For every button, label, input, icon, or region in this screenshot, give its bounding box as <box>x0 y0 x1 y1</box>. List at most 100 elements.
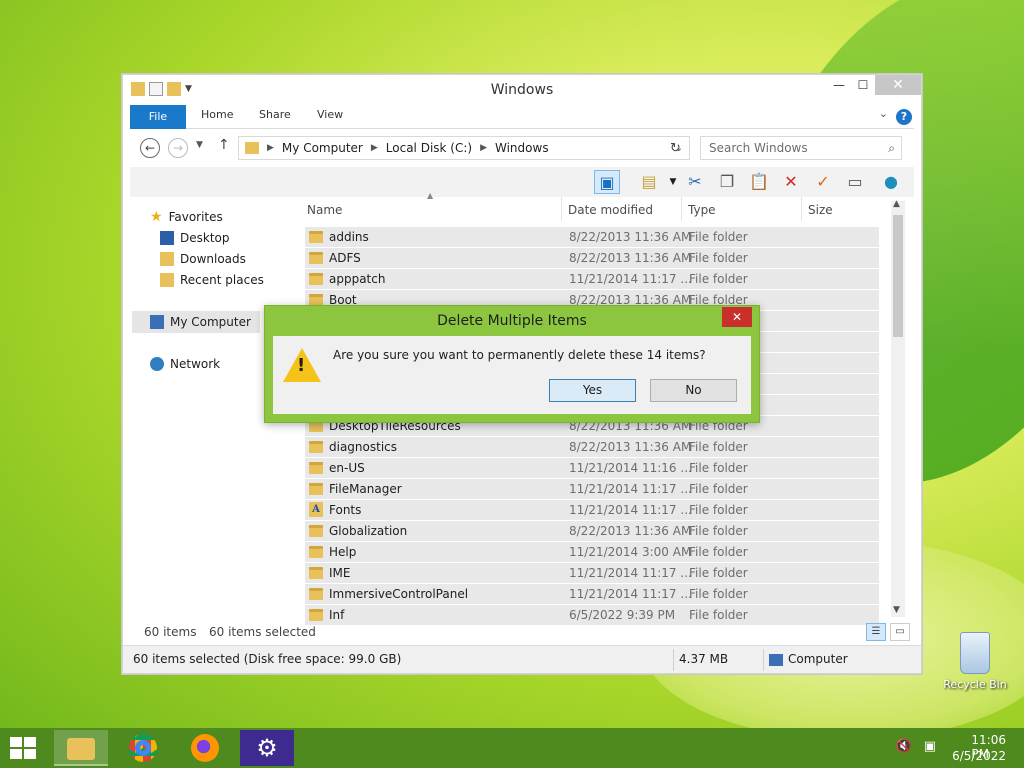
table-row[interactable]: Globalization 8/22/2013 11:36 AM File fold… <box>305 521 879 542</box>
folder-icon <box>309 588 323 600</box>
vertical-scrollbar[interactable]: ▲ ▼ <box>891 199 905 617</box>
copy-icon[interactable]: ❐ <box>714 170 740 194</box>
tab-home[interactable]: Home <box>201 108 233 121</box>
table-row[interactable]: diagnostics 8/22/2013 11:36 AM File folder <box>305 437 879 458</box>
ribbon-expand-icon[interactable]: ⌄ <box>879 107 888 120</box>
nav-favorites[interactable]: ★ Favorites <box>150 209 223 225</box>
table-row[interactable]: Help 11/21/2014 3:00 AM File folder <box>305 542 879 563</box>
column-divider[interactable] <box>561 197 562 221</box>
file-type: File folder <box>689 524 748 538</box>
column-type[interactable]: Type <box>688 203 716 217</box>
delete-icon[interactable]: ✕ <box>778 170 804 194</box>
breadcrumb-local-disk[interactable]: Local Disk (C:) <box>386 141 472 155</box>
column-size[interactable]: Size <box>808 203 833 217</box>
computer-icon <box>150 315 164 329</box>
clock-date[interactable]: 6/5/2022 <box>952 749 1006 763</box>
network-status-icon[interactable]: ▣ <box>924 739 936 754</box>
file-explorer-icon <box>67 738 95 760</box>
file-name: apppatch <box>329 272 386 286</box>
nav-computer-label: My Computer <box>170 315 251 329</box>
tab-share[interactable]: Share <box>259 108 291 121</box>
taskbar-chrome[interactable] <box>116 730 170 766</box>
properties-icon[interactable]: ▤ <box>636 170 662 194</box>
no-button[interactable]: No <box>650 379 737 402</box>
recycle-bin-shortcut[interactable]: Recycle Bin <box>940 632 1010 691</box>
file-type: File folder <box>689 608 748 622</box>
scroll-up-icon[interactable]: ▲ <box>893 199 900 209</box>
file-name: Inf <box>329 608 345 622</box>
column-name[interactable]: Name <box>307 203 342 217</box>
recent-locations-icon[interactable]: ▼ <box>196 140 203 150</box>
scroll-down-icon[interactable]: ▼ <box>893 605 900 615</box>
table-row[interactable]: apppatch 11/21/2014 11:17 ... File folder <box>305 269 879 290</box>
table-row[interactable]: addins 8/22/2013 11:36 AM File folder <box>305 227 879 248</box>
scroll-thumb[interactable] <box>893 215 903 337</box>
firefox-icon <box>191 734 219 762</box>
table-row[interactable]: ADFS 8/22/2013 11:36 AM File folder <box>305 248 879 269</box>
file-type: File folder <box>689 566 748 580</box>
refresh-icon[interactable]: ↻ <box>670 141 681 156</box>
taskbar-file-explorer[interactable] <box>54 730 108 766</box>
address-bar[interactable]: ▶ My Computer ▶ Local Disk (C:) ▶ Window… <box>238 136 690 160</box>
downloads-icon <box>160 252 174 266</box>
nav-recent-places[interactable]: Recent places <box>160 273 264 287</box>
ribbon: File Home Share View ⌄ ? <box>130 105 914 129</box>
volume-muted-icon[interactable]: 🔇 <box>896 739 912 754</box>
taskbar-settings[interactable]: ⚙ <box>240 730 294 766</box>
tab-file[interactable]: File <box>130 105 186 129</box>
table-row[interactable]: ImmersiveControlPanel 11/21/2014 11:17 ..… <box>305 584 879 605</box>
nav-downloads[interactable]: Downloads <box>160 252 246 266</box>
dialog-body: ! Are you sure you want to permanently d… <box>273 336 751 414</box>
nav-recent-label: Recent places <box>180 273 264 287</box>
help-button[interactable]: ? <box>896 109 912 125</box>
search-icon[interactable]: ⌕ <box>888 137 895 159</box>
preview-pane-icon[interactable]: ▣ <box>594 170 620 194</box>
checkmark-icon[interactable]: ✓ <box>810 170 836 194</box>
yes-button[interactable]: Yes <box>549 379 636 402</box>
globe-icon[interactable]: ● <box>878 170 904 194</box>
back-button[interactable]: ← <box>140 138 160 158</box>
breadcrumb-windows[interactable]: Windows <box>495 141 549 155</box>
nav-desktop[interactable]: Desktop <box>160 231 230 245</box>
address-row: ← → ▼ ↑ ▶ My Computer ▶ Local Disk (C:) … <box>130 133 914 163</box>
search-input[interactable]: Search Windows ⌕ <box>700 136 902 160</box>
tab-view[interactable]: View <box>317 108 343 121</box>
nav-network[interactable]: Network <box>150 357 220 371</box>
desktop-icon <box>160 231 174 245</box>
column-divider[interactable] <box>801 197 802 221</box>
file-date: 11/21/2014 11:17 ... <box>569 482 692 496</box>
selected-count: 60 items selected <box>209 625 316 639</box>
file-date: 11/21/2014 11:17 ... <box>569 587 692 601</box>
paste-icon[interactable]: 📋 <box>746 170 772 194</box>
large-icons-view-button[interactable]: ▭ <box>890 623 910 641</box>
selection-summary: 60 items selected (Disk free space: 99.0… <box>133 652 402 666</box>
recycle-bin-label: Recycle Bin <box>943 678 1007 691</box>
table-row[interactable]: IME 11/21/2014 11:17 ... File folder <box>305 563 879 584</box>
maximize-button[interactable]: ☐ <box>851 75 875 95</box>
column-divider[interactable] <box>681 197 682 221</box>
file-name: Help <box>329 545 357 559</box>
breadcrumb-my-computer[interactable]: My Computer <box>282 141 363 155</box>
forward-button[interactable]: → <box>168 138 188 158</box>
rename-icon[interactable]: ▭ <box>842 170 868 194</box>
folder-icon <box>309 609 323 621</box>
taskbar-firefox[interactable] <box>178 730 232 766</box>
file-name: ADFS <box>329 251 361 265</box>
file-type: File folder <box>689 440 748 454</box>
dialog-close-button[interactable]: ✕ <box>722 307 752 327</box>
column-date[interactable]: Date modified <box>568 203 653 217</box>
start-button[interactable] <box>10 737 38 759</box>
table-row[interactable]: A Fonts 11/21/2014 11:17 ... File folder <box>305 500 879 521</box>
cut-icon[interactable]: ✂ <box>682 170 708 194</box>
table-row[interactable]: FileManager 11/21/2014 11:17 ... File fold… <box>305 479 879 500</box>
nav-my-computer[interactable]: My Computer <box>132 311 260 333</box>
minimize-button[interactable]: — <box>827 75 851 95</box>
nav-network-label: Network <box>170 357 221 371</box>
folder-icon <box>309 462 323 474</box>
up-button[interactable]: ↑ <box>218 137 230 153</box>
windows-logo-icon <box>10 737 22 747</box>
close-button[interactable]: ✕ <box>875 75 921 95</box>
table-row[interactable]: en-US 11/21/2014 11:16 ... File folder <box>305 458 879 479</box>
details-view-button[interactable]: ☰ <box>866 623 886 641</box>
details-divider <box>673 649 674 671</box>
